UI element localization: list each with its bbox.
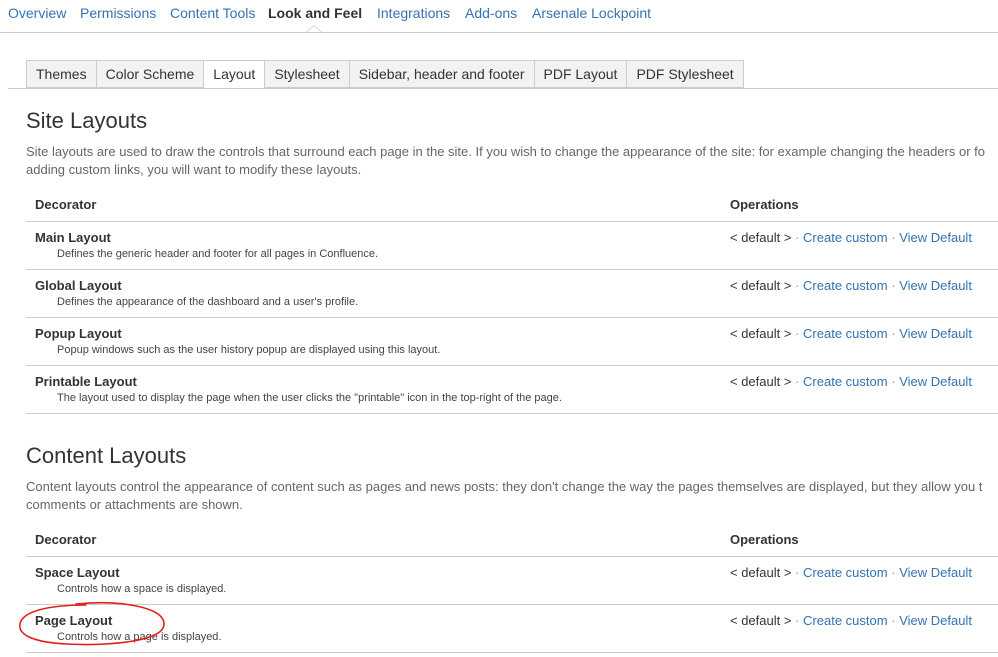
separator: ·	[891, 613, 896, 628]
operations-column-header: Operations	[730, 532, 799, 547]
nav-integrations[interactable]: Integrations	[377, 5, 450, 21]
decorator-description: Defines the appearance of the dashboard …	[57, 296, 359, 308]
view-default-link[interactable]: View Default	[899, 613, 972, 628]
default-label: < default >	[730, 565, 792, 580]
nav-overview[interactable]: Overview	[8, 5, 66, 21]
operations: < default > · Create custom · View Defau…	[730, 326, 972, 341]
create-custom-link[interactable]: Create custom	[803, 326, 888, 341]
view-default-link[interactable]: View Default	[899, 565, 972, 580]
operations: < default > · Create custom · View Defau…	[730, 278, 972, 293]
separator: ·	[795, 565, 800, 580]
create-custom-link[interactable]: Create custom	[803, 278, 888, 293]
separator: ·	[891, 278, 896, 293]
separator: ·	[891, 374, 896, 389]
decorator-name: Space Layout	[35, 565, 120, 580]
default-label: < default >	[730, 230, 792, 245]
site-layouts-description-line1: Site layouts are used to draw the contro…	[26, 144, 985, 159]
operations: < default > · Create custom · View Defau…	[730, 374, 972, 389]
tabs-divider	[8, 88, 998, 89]
default-label: < default >	[730, 278, 792, 293]
nav-look-and-feel[interactable]: Look and Feel	[268, 5, 362, 21]
decorator-description: Controls how a page is displayed.	[57, 631, 222, 643]
create-custom-link[interactable]: Create custom	[803, 230, 888, 245]
table-row-popup-layout: Popup Layout Popup windows such as the u…	[26, 318, 998, 366]
admin-top-nav: Overview Permissions Content Tools Look …	[0, 0, 998, 33]
default-label: < default >	[730, 613, 792, 628]
decorator-description: Defines the generic header and footer fo…	[57, 248, 379, 260]
decorator-description: Controls how a space is displayed.	[57, 583, 227, 595]
decorator-name: Printable Layout	[35, 374, 137, 389]
decorator-name: Main Layout	[35, 230, 111, 245]
site-layouts-description: Site layouts are used to draw the contro…	[26, 143, 998, 179]
create-custom-link[interactable]: Create custom	[803, 374, 888, 389]
table-row-space-layout: Space Layout Controls how a space is dis…	[26, 557, 998, 605]
default-label: < default >	[730, 326, 792, 341]
create-custom-link[interactable]: Create custom	[803, 565, 888, 580]
separator: ·	[891, 230, 896, 245]
tab-sidebar-header-footer[interactable]: Sidebar, header and footer	[348, 60, 534, 88]
table-header: Decorator Operations	[26, 191, 998, 222]
table-row-global-layout: Global Layout Defines the appearance of …	[26, 270, 998, 318]
table-row-main-layout: Main Layout Defines the generic header a…	[26, 222, 998, 270]
separator: ·	[795, 613, 800, 628]
separator: ·	[891, 326, 896, 341]
look-and-feel-tabs: Themes Color Scheme Layout Stylesheet Si…	[26, 60, 744, 89]
view-default-link[interactable]: View Default	[899, 230, 972, 245]
content-layouts-description: Content layouts control the appearance o…	[26, 478, 998, 514]
view-default-link[interactable]: View Default	[899, 326, 972, 341]
operations: < default > · Create custom · View Defau…	[730, 230, 972, 245]
content-layouts-description-line2: comments or attachments are shown.	[26, 497, 243, 512]
tab-themes[interactable]: Themes	[26, 60, 96, 88]
separator: ·	[891, 565, 896, 580]
view-default-link[interactable]: View Default	[899, 278, 972, 293]
default-label: < default >	[730, 374, 792, 389]
nav-arsenale-lockpoint[interactable]: Arsenale Lockpoint	[532, 5, 651, 21]
decorator-name: Popup Layout	[35, 326, 122, 341]
separator: ·	[795, 230, 800, 245]
tab-layout[interactable]: Layout	[203, 60, 265, 89]
nav-content-tools[interactable]: Content Tools	[170, 5, 255, 21]
decorator-name: Global Layout	[35, 278, 122, 293]
decorator-name: Page Layout	[35, 613, 113, 628]
table-row-page-layout: Page Layout Controls how a page is displ…	[26, 605, 998, 653]
site-layouts-heading: Site Layouts	[26, 108, 148, 133]
nav-permissions[interactable]: Permissions	[80, 5, 156, 21]
operations-column-header: Operations	[730, 197, 799, 212]
tab-color-scheme[interactable]: Color Scheme	[95, 60, 204, 88]
operations: < default > · Create custom · View Defau…	[730, 613, 972, 628]
create-custom-link[interactable]: Create custom	[803, 613, 888, 628]
decorator-column-header: Decorator	[35, 197, 97, 212]
active-nav-indicator	[306, 25, 322, 32]
tab-stylesheet[interactable]: Stylesheet	[264, 60, 349, 88]
site-layouts-table: Decorator Operations Main Layout Defines…	[26, 191, 998, 414]
tab-pdf-layout[interactable]: PDF Layout	[533, 60, 627, 88]
separator: ·	[795, 278, 800, 293]
content-layouts-heading: Content Layouts	[26, 443, 187, 468]
site-layouts-description-line2: adding custom links, you will want to mo…	[26, 162, 362, 177]
nav-divider	[0, 32, 998, 33]
decorator-column-header: Decorator	[35, 532, 97, 547]
decorator-description: Popup windows such as the user history p…	[57, 344, 441, 356]
operations: < default > · Create custom · View Defau…	[730, 565, 972, 580]
tab-pdf-stylesheet[interactable]: PDF Stylesheet	[626, 60, 744, 88]
nav-add-ons[interactable]: Add-ons	[465, 5, 517, 21]
table-header: Decorator Operations	[26, 526, 998, 557]
content-layouts-table: Decorator Operations Space Layout Contro…	[26, 526, 998, 653]
view-default-link[interactable]: View Default	[899, 374, 972, 389]
separator: ·	[795, 374, 800, 389]
content-layouts-description-line1: Content layouts control the appearance o…	[26, 479, 983, 494]
table-row-printable-layout: Printable Layout The layout used to disp…	[26, 366, 998, 414]
decorator-description: The layout used to display the page when…	[57, 392, 562, 404]
separator: ·	[795, 326, 800, 341]
